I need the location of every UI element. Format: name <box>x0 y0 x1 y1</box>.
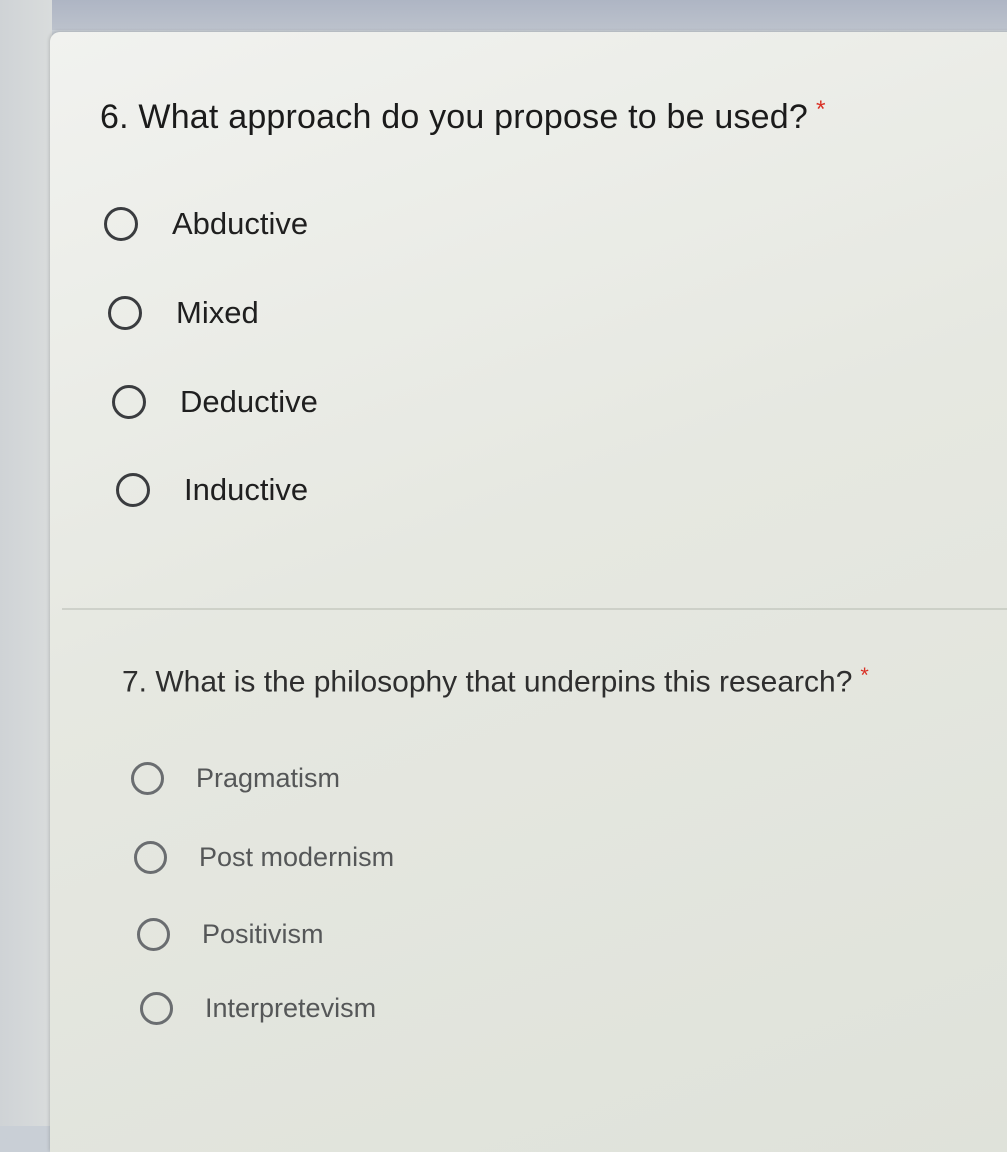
radio-icon[interactable] <box>112 385 146 419</box>
radio-icon[interactable] <box>131 762 164 795</box>
question-7-text: 7. What is the philosophy that underpins… <box>122 665 853 699</box>
radio-icon[interactable] <box>104 207 138 241</box>
option-interpretevism[interactable]: Interpretevism <box>140 992 376 1025</box>
option-label: Inductive <box>184 472 309 507</box>
radio-icon[interactable] <box>134 841 167 874</box>
option-label: Mixed <box>176 295 259 330</box>
radio-icon[interactable] <box>108 296 142 330</box>
radio-icon[interactable] <box>116 473 150 507</box>
option-deductive[interactable]: Deductive <box>112 384 318 420</box>
page-left-margin <box>0 0 52 1126</box>
option-pragmatism[interactable]: Pragmatism <box>131 762 340 795</box>
option-abductive[interactable]: Abductive <box>104 206 308 242</box>
option-label: Interpretevism <box>205 993 377 1023</box>
form-card <box>50 32 1007 1152</box>
section-divider <box>62 608 1007 610</box>
option-label: Post modernism <box>199 842 395 872</box>
radio-icon[interactable] <box>137 918 170 951</box>
option-mixed[interactable]: Mixed <box>108 295 259 331</box>
option-label: Deductive <box>180 384 318 419</box>
option-label: Pragmatism <box>196 763 341 793</box>
option-label: Abductive <box>172 206 309 241</box>
question-6-text: 6. What approach do you propose to be us… <box>100 98 808 137</box>
radio-icon[interactable] <box>140 992 173 1025</box>
question-7-title: 7. What is the philosophy that underpins… <box>122 662 869 700</box>
question-6-title: 6. What approach do you propose to be us… <box>100 96 826 137</box>
required-asterisk: * <box>815 96 826 123</box>
required-asterisk: * <box>860 662 869 687</box>
option-positivism[interactable]: Positivism <box>137 918 324 951</box>
option-post-modernism[interactable]: Post modernism <box>134 841 394 874</box>
option-label: Positivism <box>202 919 324 949</box>
browser-top-edge <box>0 0 1007 30</box>
option-inductive[interactable]: Inductive <box>116 472 308 508</box>
